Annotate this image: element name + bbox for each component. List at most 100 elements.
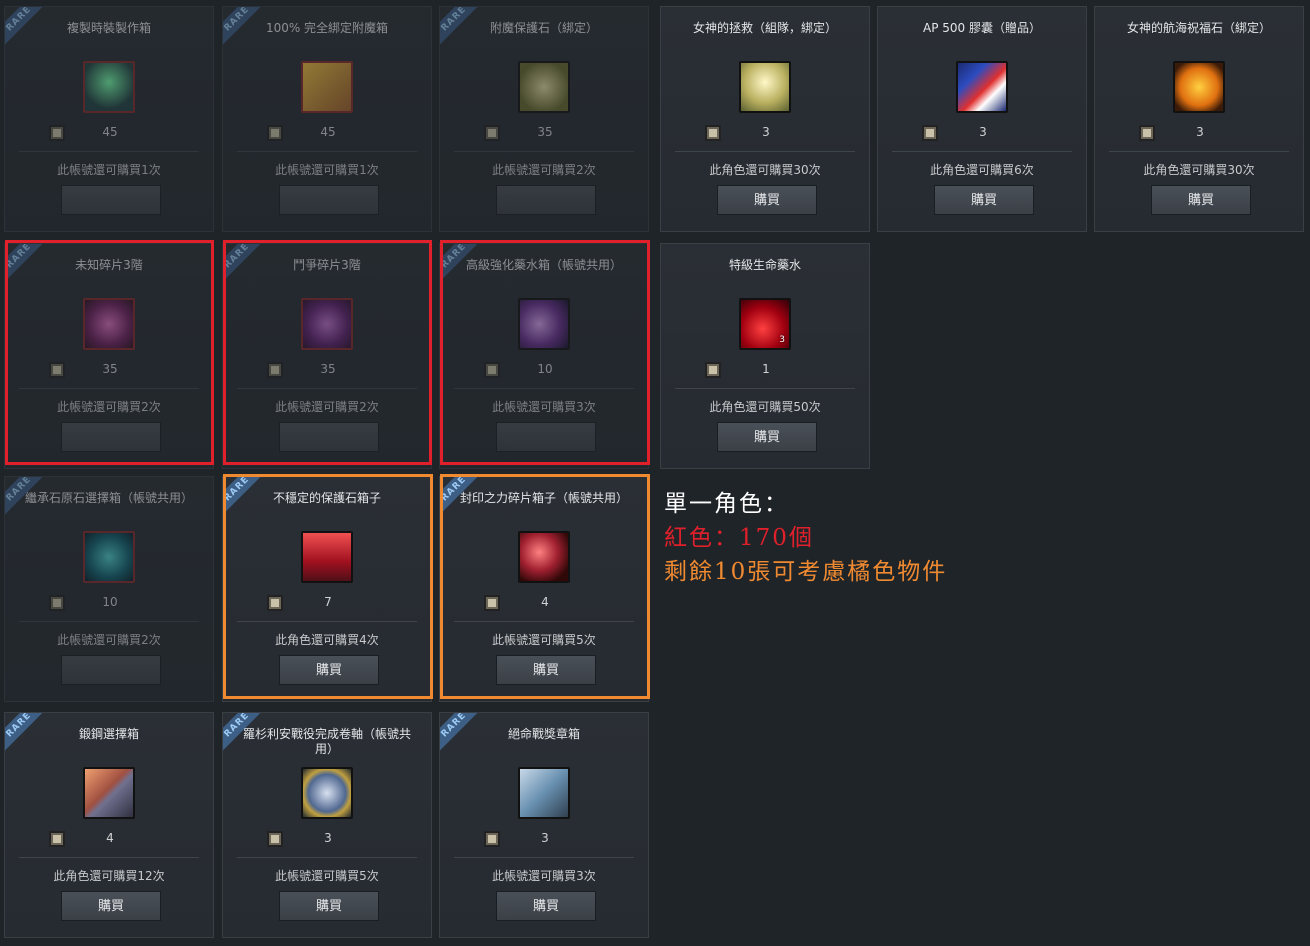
divider [19,151,199,152]
item-title: 附魔保護石（綁定） [489,21,598,35]
shop-item-card: AP 500 膠囊（贈品） 3 此角色還可購買6次 購買 [877,6,1087,232]
shop-item-card: RARE 不穩定的保護石箱子 7 此角色還可購買4次 購買 [222,476,432,702]
buy-button: 購買 [61,655,161,685]
purchase-limit: 此角色還可購買12次 [53,869,165,883]
item-cost: 10 [102,595,118,609]
buy-button: 購買 [279,422,379,452]
gift-box-icon [301,61,353,113]
capsule-icon [956,61,1008,113]
currency-icon [484,595,500,611]
item-cost: 3 [762,125,770,139]
shop-item-card: RARE 絕命戰獎章箱 3 此帳號還可購買3次 購買 [439,712,649,938]
buy-button[interactable]: 購買 [1151,185,1251,215]
item-cost: 3 [324,831,332,845]
buy-button[interactable]: 購買 [279,655,379,685]
currency-icon [484,362,500,378]
purchase-limit: 此帳號還可購買1次 [275,163,379,177]
purchase-limit: 此帳號還可購買3次 [492,869,596,883]
currency-icon [267,362,283,378]
divider [19,388,199,389]
item-title: 絕命戰獎章箱 [507,727,580,741]
item-cost: 1 [762,362,770,376]
purchase-limit: 此帳號還可購買2次 [275,400,379,414]
item-title: 鬥爭碎片3階 [293,258,361,272]
divider [675,388,855,389]
shop-item-card: 女神的拯救（組隊，綁定） 3 此角色還可購買30次 購買 [660,6,870,232]
divider [237,151,417,152]
buy-button: 購買 [61,422,161,452]
purchase-limit: 此帳號還可購買3次 [492,400,596,414]
shop-item-card: RARE 繼承石原石選擇箱（帳號共用） 10 此帳號還可購買2次 購買 [4,476,214,702]
buy-button: 購買 [496,185,596,215]
purchase-limit: 此角色還可購買50次 [709,400,821,414]
currency-icon [267,125,283,141]
divider [454,151,634,152]
item-cost: 35 [537,125,553,139]
note-single-character: 單一角色： [664,491,789,517]
item-cost: 45 [320,125,336,139]
scroll-emblem-icon [301,767,353,819]
item-cost: 45 [102,125,118,139]
item-title: 特級生命藥水 [728,258,801,272]
divider [19,621,199,622]
buy-button: 購買 [279,185,379,215]
goddess-icon [739,61,791,113]
shop-item-card: RARE 鍛鋼選擇箱 4 此角色還可購買12次 購買 [4,712,214,938]
shop-item-card: 女神的航海祝福石（綁定） 3 此角色還可購買30次 購買 [1094,6,1304,232]
item-cost: 3 [979,125,987,139]
divider [237,857,417,858]
purchase-limit: 此角色還可購買30次 [1143,163,1255,177]
shop-item-card: RARE 未知碎片3階 35 此帳號還可購買2次 購買 [4,243,214,469]
currency-icon [705,125,721,141]
divider [454,388,634,389]
protection-stone-icon [518,61,570,113]
currency-icon [484,125,500,141]
mannequin-box-icon [83,61,135,113]
item-title: 複製時裝製作箱 [66,21,151,35]
currency-icon [922,125,938,141]
buy-button[interactable]: 購買 [61,891,161,921]
purchase-limit: 此帳號還可購買1次 [57,163,161,177]
purchase-limit: 此帳號還可購買5次 [275,869,379,883]
blessing-stone-icon [1173,61,1225,113]
item-cost: 3 [541,831,549,845]
purchase-limit: 此帳號還可購買5次 [492,633,596,647]
buy-button[interactable]: 購買 [934,185,1034,215]
currency-icon [49,362,65,378]
currency-icon [267,595,283,611]
shop-item-card: RARE 封印之力碎片箱子（帳號共用） 4 此帳號還可購買5次 購買 [439,476,649,702]
item-cost: 35 [320,362,336,376]
buy-button[interactable]: 購買 [496,891,596,921]
item-title: 封印之力碎片箱子（帳號共用） [460,491,629,505]
item-title: 女神的航海祝福石（綁定） [1126,21,1271,35]
shop-item-card: RARE 羅杉利安戰役完成卷軸（帳號共用） 3 此帳號還可購買5次 購買 [222,712,432,938]
inherit-stone-box-icon [83,531,135,583]
shop-item-card: 特級生命藥水 3 1 此角色還可購買50次 購買 [660,243,870,469]
divider [454,621,634,622]
buy-button[interactable]: 購買 [279,891,379,921]
shard-icon [83,298,135,350]
divider [237,621,417,622]
divider [19,857,199,858]
life-potion-icon: 3 [739,298,791,350]
buy-button: 購買 [496,422,596,452]
currency-icon [49,125,65,141]
currency-icon [49,831,65,847]
currency-icon [1139,125,1155,141]
shop-item-card: RARE 鬥爭碎片3階 35 此帳號還可購買2次 購買 [222,243,432,469]
purchase-limit: 此角色還可購買30次 [709,163,821,177]
purchase-limit: 此帳號還可購買2次 [57,633,161,647]
buy-button[interactable]: 購買 [496,655,596,685]
buy-button[interactable]: 購買 [717,422,817,452]
stack-count: 3 [779,335,785,345]
buy-button[interactable]: 購買 [717,185,817,215]
medal-box-icon [518,767,570,819]
item-cost: 35 [102,362,118,376]
steel-box-icon [83,767,135,819]
item-cost: 10 [537,362,553,376]
buy-button: 購買 [61,185,161,215]
divider [454,857,634,858]
potion-box-icon [518,298,570,350]
purchase-limit: 此角色還可購買6次 [930,163,1034,177]
shop-item-card: RARE 100% 完全綁定附魔箱 45 此帳號還可購買1次 購買 [222,6,432,232]
